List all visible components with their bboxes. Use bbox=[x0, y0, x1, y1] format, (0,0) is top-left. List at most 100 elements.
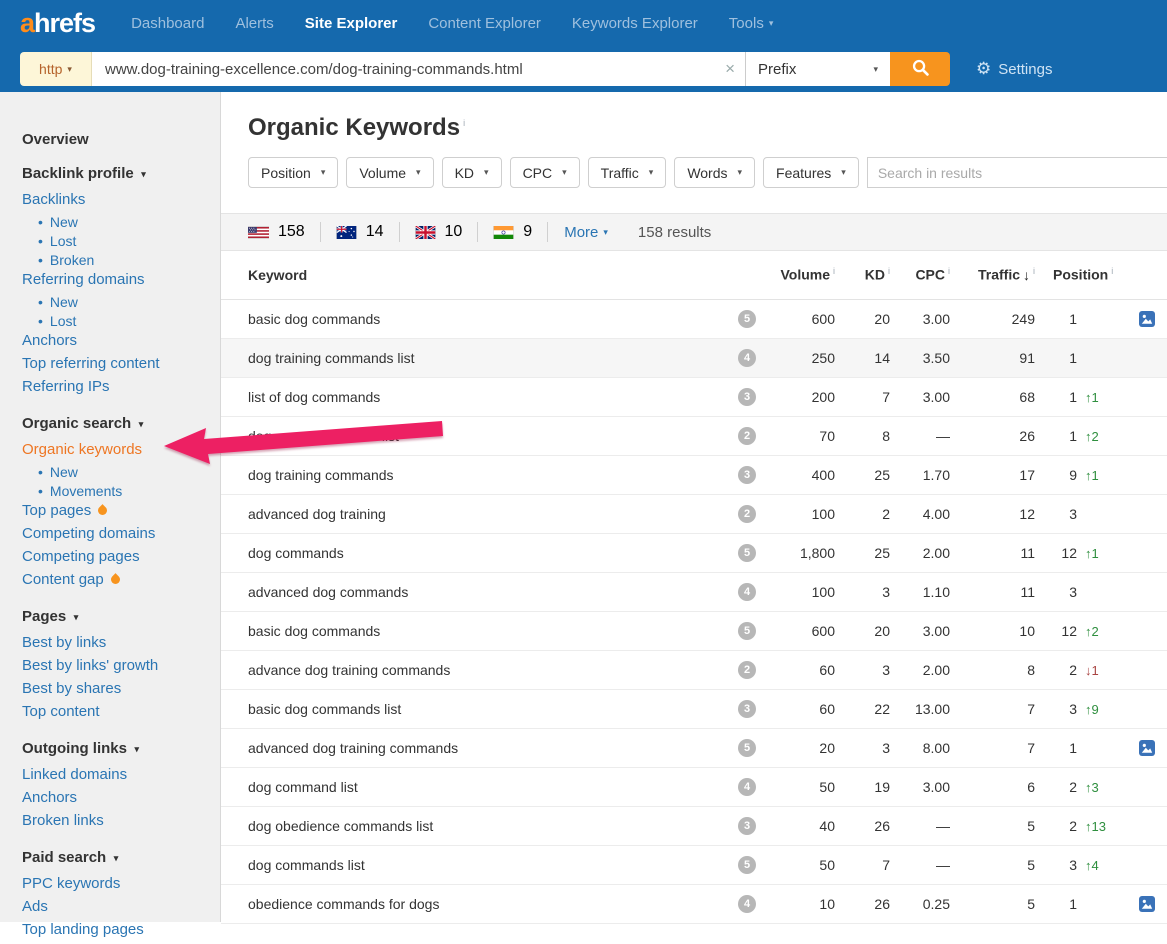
position-cell: 2↑3 bbox=[1035, 767, 1127, 806]
search-button[interactable] bbox=[890, 52, 950, 86]
ahrefs-logo[interactable]: ahrefs bbox=[20, 8, 95, 39]
header-position[interactable]: Positioni bbox=[1035, 251, 1127, 299]
search-in-results-input[interactable] bbox=[867, 157, 1167, 188]
table-row[interactable]: basic dog commands5600203.001012↑2 bbox=[221, 611, 1167, 650]
nav-item-dashboard[interactable]: Dashboard bbox=[131, 15, 204, 32]
settings-button[interactable]: ⚙ Settings bbox=[976, 59, 1052, 79]
sidebar-item-new[interactable]: •New bbox=[22, 464, 220, 483]
sidebar-item-best-by-shares[interactable]: Best by shares bbox=[22, 680, 220, 703]
serp-icon-cell bbox=[1127, 416, 1167, 455]
nav-item-content-explorer[interactable]: Content Explorer bbox=[428, 15, 541, 32]
filter-position[interactable]: Position▾ bbox=[248, 157, 338, 188]
mode-dropdown[interactable]: Prefix ▾ bbox=[745, 52, 890, 86]
nav-item-keywords-explorer[interactable]: Keywords Explorer bbox=[572, 15, 698, 32]
sidebar-item-outgoing-links[interactable]: Outgoing links ▾ bbox=[22, 740, 220, 760]
table-row[interactable]: advance dog training commands26032.0082↓… bbox=[221, 650, 1167, 689]
table-row[interactable]: dog command words list2708—261↑2 bbox=[221, 416, 1167, 455]
filter-label: Features bbox=[776, 165, 831, 181]
sidebar-item-linked-domains[interactable]: Linked domains bbox=[22, 766, 220, 789]
serp-features-cell[interactable]: 2 bbox=[726, 650, 768, 689]
header-cpc[interactable]: CPCi bbox=[890, 251, 950, 299]
more-countries-dropdown[interactable]: More ▾ bbox=[548, 224, 624, 241]
sidebar-item-organic-keywords[interactable]: Organic keywords bbox=[22, 441, 220, 464]
filter-kd[interactable]: KD▾ bbox=[442, 157, 502, 188]
nav-item-alerts[interactable]: Alerts bbox=[235, 15, 273, 32]
sidebar-item-new[interactable]: •New bbox=[22, 214, 220, 233]
sidebar-item-broken-links[interactable]: Broken links bbox=[22, 812, 220, 835]
filter-cpc[interactable]: CPC▾ bbox=[510, 157, 580, 188]
sidebar-item-new[interactable]: •New bbox=[22, 294, 220, 313]
sidebar-item-top-landing-pages[interactable]: Top landing pages bbox=[22, 921, 220, 944]
filter-words[interactable]: Words▾ bbox=[674, 157, 755, 188]
filter-traffic[interactable]: Traffic▾ bbox=[588, 157, 667, 188]
table-row[interactable]: advanced dog commands410031.10113 bbox=[221, 572, 1167, 611]
sidebar-item-referring-domains[interactable]: Referring domains bbox=[22, 271, 220, 294]
serp-features-cell[interactable]: 5 bbox=[726, 845, 768, 884]
sidebar-item-ads[interactable]: Ads bbox=[22, 898, 220, 921]
header-kd[interactable]: KDi bbox=[835, 251, 890, 299]
url-input[interactable] bbox=[92, 52, 745, 86]
sidebar-item-top-pages[interactable]: Top pages bbox=[22, 502, 220, 525]
sidebar-item-backlinks[interactable]: Backlinks bbox=[22, 191, 220, 214]
serp-features-cell[interactable]: 3 bbox=[726, 689, 768, 728]
sidebar-item-best-by-links[interactable]: Best by links bbox=[22, 634, 220, 657]
sidebar-item-overview[interactable]: Overview bbox=[22, 131, 220, 151]
serp-features-cell[interactable]: 2 bbox=[726, 416, 768, 455]
sidebar-item-ppc-keywords[interactable]: PPC keywords bbox=[22, 875, 220, 898]
serp-features-cell[interactable]: 3 bbox=[726, 455, 768, 494]
serp-features-cell[interactable]: 4 bbox=[726, 767, 768, 806]
clear-icon[interactable]: × bbox=[725, 59, 735, 79]
table-row[interactable]: advanced dog training commands52038.0071 bbox=[221, 728, 1167, 767]
serp-features-cell[interactable]: 5 bbox=[726, 533, 768, 572]
serp-features-cell[interactable]: 5 bbox=[726, 728, 768, 767]
nav-item-site-explorer[interactable]: Site Explorer bbox=[305, 15, 398, 32]
sidebar-item-referring-ips[interactable]: Referring IPs bbox=[22, 378, 220, 401]
sidebar-item-competing-domains[interactable]: Competing domains bbox=[22, 525, 220, 548]
serp-features-cell[interactable]: 4 bbox=[726, 338, 768, 377]
table-row[interactable]: dog training commands3400251.70179↑1 bbox=[221, 455, 1167, 494]
country-tab-au[interactable]: 14 bbox=[321, 222, 400, 242]
sidebar-item-anchors[interactable]: Anchors bbox=[22, 789, 220, 812]
sidebar-item-lost[interactable]: •Lost bbox=[22, 233, 220, 252]
country-tab-in[interactable]: 9 bbox=[478, 222, 548, 242]
sidebar-item-lost[interactable]: •Lost bbox=[22, 313, 220, 332]
sidebar-item-top-referring-content[interactable]: Top referring content bbox=[22, 355, 220, 378]
sidebar-item-competing-pages[interactable]: Competing pages bbox=[22, 548, 220, 571]
table-row[interactable]: dog command list450193.0062↑3 bbox=[221, 767, 1167, 806]
protocol-dropdown[interactable]: http ▾ bbox=[20, 52, 92, 86]
sidebar-item-top-content[interactable]: Top content bbox=[22, 703, 220, 726]
header-keyword[interactable]: Keyword bbox=[221, 251, 726, 299]
filter-features[interactable]: Features▾ bbox=[763, 157, 859, 188]
serp-features-cell[interactable]: 4 bbox=[726, 884, 768, 923]
table-row[interactable]: dog commands list5507—53↑4 bbox=[221, 845, 1167, 884]
sidebar-item-content-gap[interactable]: Content gap bbox=[22, 571, 220, 594]
country-tab-gb[interactable]: 10 bbox=[400, 222, 479, 242]
nav-item-tools[interactable]: Tools▾ bbox=[729, 15, 774, 32]
sidebar-item-organic-search[interactable]: Organic search ▾ bbox=[22, 415, 220, 435]
table-row[interactable]: dog commands51,800252.001112↑1 bbox=[221, 533, 1167, 572]
header-volume[interactable]: Volumei bbox=[768, 251, 835, 299]
sidebar-item-anchors[interactable]: Anchors bbox=[22, 332, 220, 355]
serp-features-cell[interactable]: 4 bbox=[726, 572, 768, 611]
serp-features-cell[interactable]: 3 bbox=[726, 806, 768, 845]
sidebar-item-paid-search[interactable]: Paid search ▾ bbox=[22, 849, 220, 869]
header-traffic[interactable]: Traffic↓i bbox=[950, 251, 1035, 299]
serp-features-cell[interactable]: 5 bbox=[726, 611, 768, 650]
table-row[interactable]: obedience commands for dogs410260.2551 bbox=[221, 884, 1167, 923]
table-row[interactable]: basic dog commands5600203.002491 bbox=[221, 299, 1167, 338]
table-row[interactable]: list of dog commands320073.00681↑1 bbox=[221, 377, 1167, 416]
table-row[interactable]: advanced dog training210024.00123 bbox=[221, 494, 1167, 533]
sidebar-item-broken[interactable]: •Broken bbox=[22, 252, 220, 271]
serp-features-cell[interactable]: 5 bbox=[726, 299, 768, 338]
sidebar-item-movements[interactable]: •Movements bbox=[22, 483, 220, 502]
country-tab-us[interactable]: 158 bbox=[248, 222, 321, 242]
serp-features-cell[interactable]: 2 bbox=[726, 494, 768, 533]
table-row[interactable]: dog training commands list4250143.50911 bbox=[221, 338, 1167, 377]
sidebar-item-backlink-profile[interactable]: Backlink profile ▾ bbox=[22, 165, 220, 185]
sidebar-item-pages[interactable]: Pages ▾ bbox=[22, 608, 220, 628]
filter-volume[interactable]: Volume▾ bbox=[346, 157, 433, 188]
serp-features-cell[interactable]: 3 bbox=[726, 377, 768, 416]
table-row[interactable]: dog obedience commands list34026—52↑13 bbox=[221, 806, 1167, 845]
sidebar-item-best-by-links-growth[interactable]: Best by links' growth bbox=[22, 657, 220, 680]
table-row[interactable]: basic dog commands list3602213.0073↑9 bbox=[221, 689, 1167, 728]
